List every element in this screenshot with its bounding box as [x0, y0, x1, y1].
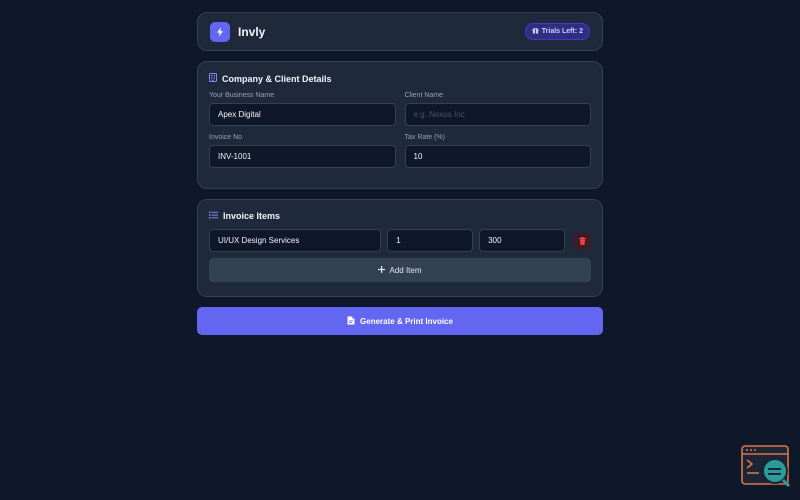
client-name-field: Client Name: [404, 92, 591, 126]
add-item-label: Add Item: [389, 265, 422, 275]
items-card: Invoice Items Add Item: [197, 199, 603, 297]
app-header: Invly Trials Left: 2: [197, 12, 603, 51]
items-title-text: Invoice Items: [223, 211, 281, 221]
gift-icon: [532, 27, 539, 36]
generate-invoice-button[interactable]: Generate & Print Invoice: [197, 307, 603, 335]
add-item-button[interactable]: Add Item: [209, 258, 591, 282]
item-description-input[interactable]: [209, 229, 382, 252]
invoice-app: Invly Trials Left: 2 Company & Client De…: [197, 12, 603, 335]
generate-label: Generate & Print Invoice: [360, 316, 453, 326]
list-item: [209, 229, 591, 252]
delete-item-button[interactable]: [573, 231, 591, 250]
details-grid: Your Business Name Client Name Invoice N…: [209, 92, 591, 168]
trash-icon: [578, 233, 586, 248]
items-title: Invoice Items: [209, 211, 591, 221]
plus-icon: [378, 265, 386, 275]
invoice-no-input[interactable]: [209, 145, 396, 168]
business-name-field: Your Business Name: [209, 92, 396, 126]
item-quantity-input[interactable]: [387, 229, 474, 252]
tax-rate-field: Tax Rate (%): [404, 134, 591, 168]
building-icon: [209, 73, 217, 84]
item-price-input[interactable]: [479, 229, 566, 252]
app-name: Invly: [238, 24, 266, 39]
details-card: Company & Client Details Your Business N…: [197, 61, 603, 189]
business-name-label: Your Business Name: [209, 92, 275, 99]
details-title-text: Company & Client Details: [222, 73, 332, 84]
invoice-no-label: Invoice No: [209, 134, 243, 141]
trials-badge: Trials Left: 2: [524, 23, 590, 40]
client-name-label: Client Name: [404, 92, 444, 99]
tax-rate-label: Tax Rate (%): [404, 134, 445, 141]
brand: Invly: [210, 21, 266, 42]
lightning-icon: [210, 21, 230, 42]
details-title: Company & Client Details: [209, 73, 591, 84]
file-icon: [347, 316, 355, 327]
client-name-input[interactable]: [404, 103, 591, 126]
tax-rate-input[interactable]: [404, 145, 591, 168]
floating-widget-icon[interactable]: [741, 445, 791, 488]
trials-label: Trials Left: 2: [541, 28, 583, 35]
list-icon: [209, 211, 218, 221]
business-name-input[interactable]: [209, 103, 396, 126]
invoice-no-field: Invoice No: [209, 134, 396, 168]
